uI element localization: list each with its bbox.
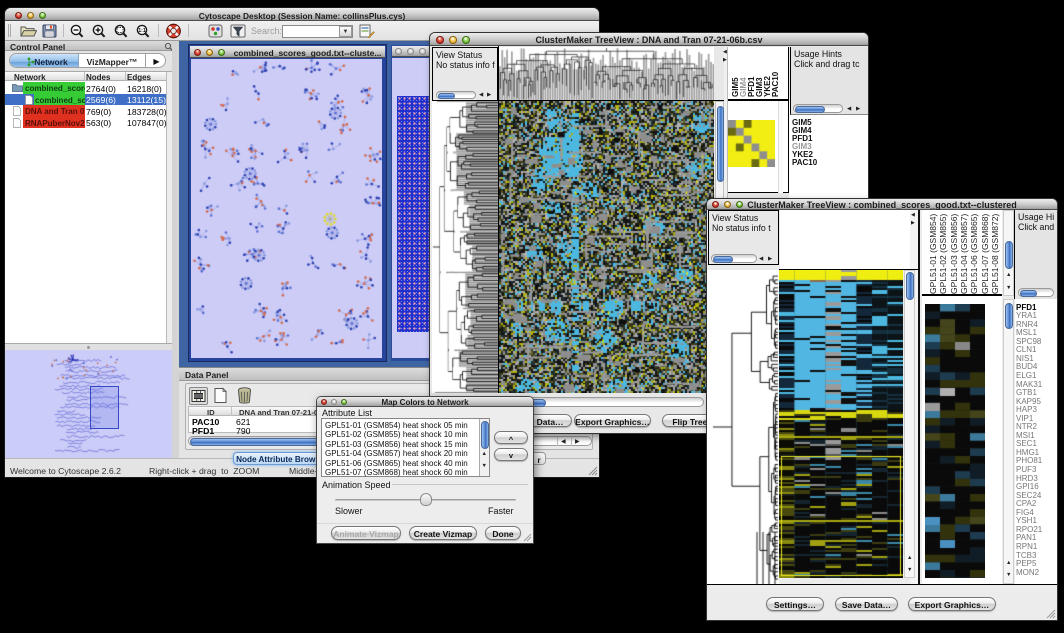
svg-text:1:1: 1:1 <box>138 28 145 34</box>
